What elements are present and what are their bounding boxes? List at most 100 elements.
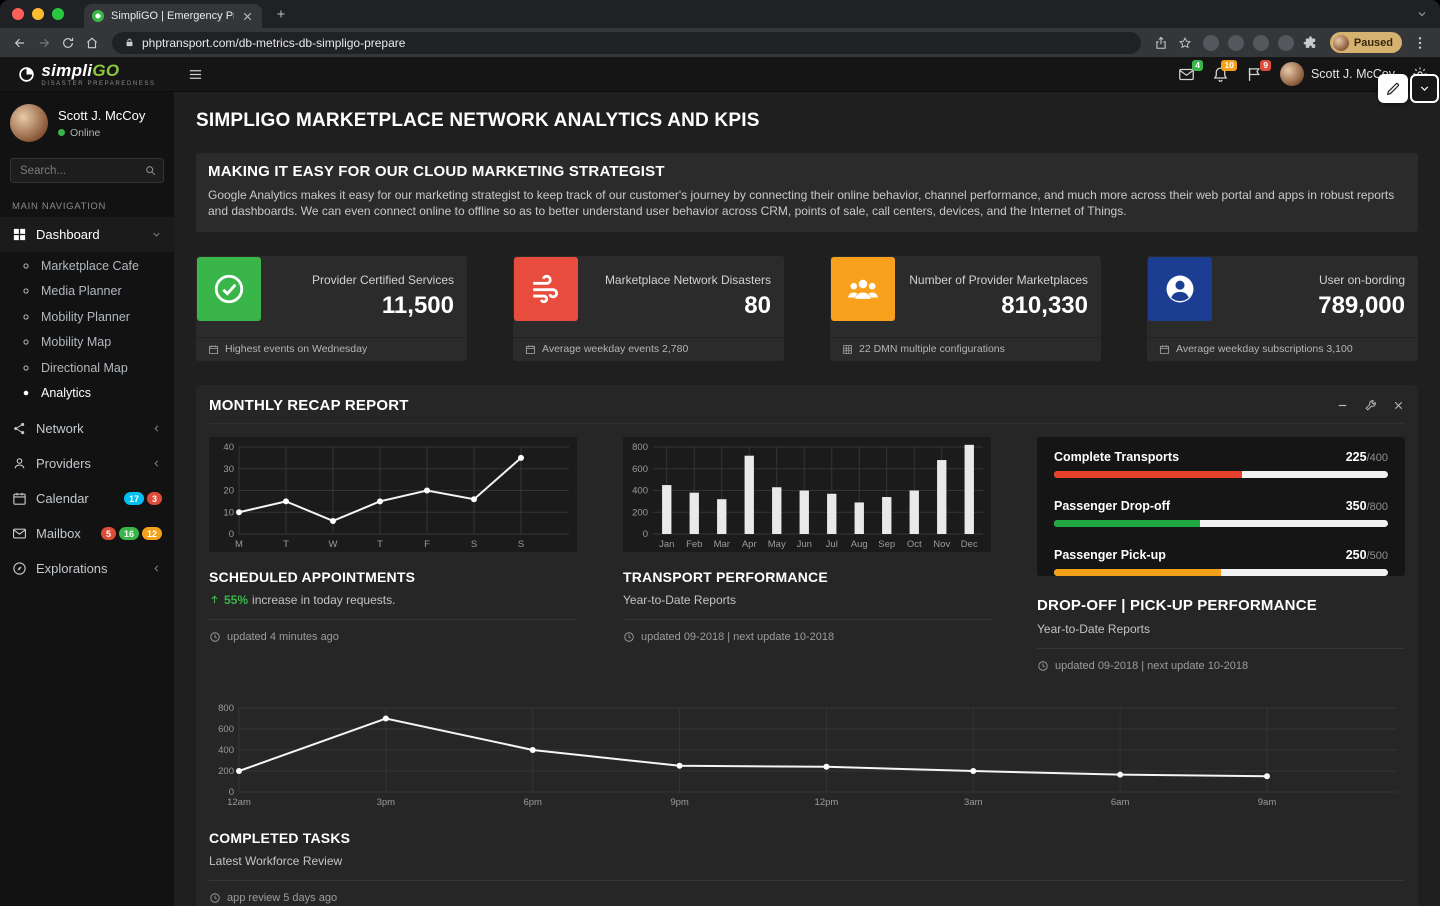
reload-button[interactable] (56, 31, 80, 55)
nav-section-label: MAIN NAVIGATION (12, 201, 162, 212)
chevron-left-icon (151, 563, 162, 574)
extension-icon[interactable] (1253, 35, 1269, 51)
compass-icon (12, 561, 27, 576)
sidebar-item-media-planner[interactable]: Media Planner (0, 279, 174, 305)
browser-window: SimpliGO | Emergency Prepare phptranspor… (0, 0, 1440, 906)
extension-icon[interactable] (1278, 35, 1294, 51)
svg-text:12pm: 12pm (815, 797, 839, 808)
edit-overlay-button[interactable] (1378, 74, 1408, 103)
tab-close-icon[interactable] (241, 10, 254, 23)
brand-name: simpliGO (41, 62, 155, 79)
brand-logo[interactable]: simpliGO disaster preparedness (0, 57, 174, 91)
svg-text:Mar: Mar (714, 539, 730, 550)
svg-text:Aug: Aug (851, 539, 868, 550)
address-bar[interactable]: phptransport.com/db-metrics-db-simpligo-… (112, 32, 1141, 54)
svg-text:9pm: 9pm (670, 797, 689, 808)
section-title: MONTHLY RECAP REPORT (209, 397, 409, 414)
panel-subtitle: Year-to-Date Reports (1037, 622, 1405, 636)
sidebar-search-input[interactable] (10, 158, 164, 183)
maximize-window-button[interactable] (52, 8, 64, 20)
forward-button[interactable] (32, 31, 56, 55)
svg-text:F: F (424, 539, 430, 550)
share-button[interactable] (1149, 31, 1173, 55)
home-button[interactable] (80, 31, 104, 55)
wrench-icon[interactable] (1364, 399, 1377, 412)
sidebar-user-panel: Scott J. McCoy Online (0, 92, 174, 146)
sidebar-item-mobility-map[interactable]: Mobility Map (0, 330, 174, 356)
forward-icon (37, 36, 51, 50)
close-icon[interactable] (1392, 399, 1405, 412)
hamburger-icon (188, 67, 203, 82)
svg-text:12am: 12am (227, 797, 251, 808)
progress-track (1054, 520, 1388, 527)
appointments-panel: 010203040MTWTFSS SCHEDULED APPOINTMENTS … (209, 437, 577, 643)
kpi-value: 810,330 (909, 292, 1088, 320)
browser-menu-icon[interactable] (1412, 35, 1428, 51)
extensions-puzzle-icon[interactable] (1303, 35, 1318, 50)
circle-icon (21, 286, 31, 296)
sidebar-item-dashboard[interactable]: Dashboard (0, 217, 174, 252)
messages-button[interactable]: 4 (1178, 66, 1195, 83)
svg-text:Apr: Apr (742, 539, 757, 550)
collapse-icon[interactable] (1336, 399, 1349, 412)
search-icon[interactable] (144, 164, 157, 177)
daily-traffic-chart: 020040060080012am3pm6pm9pm12pm3am6am9am (209, 698, 1405, 810)
sidebar-item-mobility-planner[interactable]: Mobility Planner (0, 304, 174, 330)
browser-tab[interactable]: SimpliGO | Emergency Prepare (84, 4, 262, 28)
sidebar-item-calendar[interactable]: Calendar 17 3 (0, 481, 174, 516)
svg-text:M: M (235, 539, 243, 550)
back-button[interactable] (8, 31, 32, 55)
sidebar-item-explorations[interactable]: Explorations (0, 551, 174, 586)
svg-text:Jul: Jul (826, 539, 838, 550)
sidebar-item-mailbox[interactable]: Mailbox 5 16 12 (0, 516, 174, 551)
kpi-label: Provider Certified Services (312, 273, 454, 287)
transport-chart: 0200400600800JanFebMarAprMayJunJulAugSep… (623, 437, 991, 552)
avatar (1280, 62, 1304, 86)
progress-item: Passenger Drop-off 350 800 (1054, 499, 1388, 527)
new-tab-button[interactable] (270, 3, 292, 25)
tab-search-chevron-icon[interactable] (1416, 8, 1428, 20)
profile-paused-badge[interactable]: Paused (1330, 32, 1402, 53)
window-controls (12, 8, 64, 20)
minimize-window-button[interactable] (32, 8, 44, 20)
kpi-value: 11,500 (312, 292, 454, 320)
home-icon (85, 36, 99, 50)
close-window-button[interactable] (12, 8, 24, 20)
sidebar-item-analytics[interactable]: Analytics (0, 381, 174, 407)
kpi-footer: Average weekday subscriptions 3,100 (1147, 337, 1418, 361)
kpi-card-user-onboarding: User on-bording 789,000 Average weekday … (1147, 256, 1418, 361)
paused-label: Paused (1354, 37, 1393, 49)
sidebar: Scott J. McCoy Online MAIN NAVIGATION Da… (0, 92, 174, 906)
panel-title: TRANSPORT PERFORMANCE (623, 569, 991, 585)
extension-icon[interactable] (1203, 35, 1219, 51)
url-text: phptransport.com/db-metrics-db-simpligo-… (142, 36, 405, 50)
sidebar-item-providers[interactable]: Providers (0, 446, 174, 481)
svg-text:Jan: Jan (659, 539, 674, 550)
dropdown-overlay-button[interactable] (1410, 74, 1439, 103)
sidebar-user-status: Online (58, 127, 145, 139)
browser-toolbar: phptransport.com/db-metrics-db-simpligo-… (0, 28, 1440, 57)
updated-row: updated 4 minutes ago (209, 631, 577, 643)
svg-text:S: S (471, 539, 477, 550)
svg-text:6am: 6am (1111, 797, 1130, 808)
bookmark-button[interactable] (1173, 31, 1197, 55)
svg-text:400: 400 (632, 485, 648, 496)
tasks-button[interactable]: 9 (1246, 66, 1263, 83)
kpi-card-provider-marketplaces: Number of Provider Marketplaces 810,330 … (830, 256, 1101, 361)
updated-row: updated 09-2018 | next update 10-2018 (1037, 660, 1405, 672)
mailbox-badge: 12 (142, 527, 162, 540)
sidebar-item-directional-map[interactable]: Directional Map (0, 355, 174, 381)
extension-icon[interactable] (1228, 35, 1244, 51)
intro-heading: MAKING IT EASY FOR OUR CLOUD MARKETING S… (208, 163, 1406, 180)
overlay-buttons (1378, 74, 1439, 103)
sidebar-item-network[interactable]: Network (0, 411, 174, 446)
sidebar-toggle-button[interactable] (174, 57, 216, 91)
progress-item: Passenger Pick-up 250 500 (1054, 548, 1388, 576)
sidebar-item-marketplace-cafe[interactable]: Marketplace Cafe (0, 253, 174, 279)
online-dot (58, 129, 65, 136)
tasks-badge: 9 (1260, 60, 1271, 71)
notifications-button[interactable]: 10 (1212, 66, 1229, 83)
svg-text:40: 40 (223, 442, 234, 453)
svg-text:9am: 9am (1258, 797, 1277, 808)
divider (623, 619, 991, 620)
